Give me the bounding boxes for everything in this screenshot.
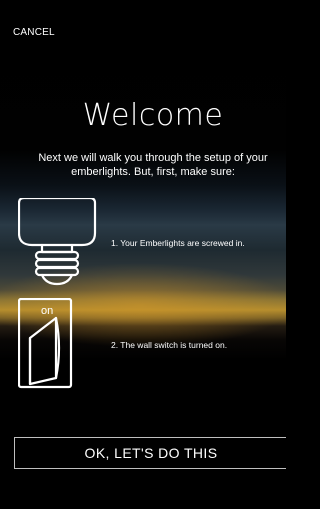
switch-on-label: on	[41, 305, 54, 317]
intro-text: Next we will walk you through the setup …	[38, 152, 268, 178]
checklist-text-bulb: 1. Your Emberlights are screwed in.	[111, 238, 245, 248]
confirm-button[interactable]: OK, LET'S DO THIS	[14, 437, 286, 469]
checklist-item-switch: on 2. The wall switch is turned on.	[0, 297, 286, 390]
checklist-text-switch: 2. The wall switch is turned on.	[111, 340, 228, 350]
light-bulb-icon	[17, 196, 100, 295]
wall-switch-icon: on	[17, 297, 90, 395]
setup-screen: CANCEL Welcome Next we will walk you thr…	[0, 0, 286, 509]
cancel-button[interactable]: CANCEL	[13, 27, 55, 38]
page-title: Welcome	[82, 98, 224, 133]
checklist-item-bulb: 1. Your Emberlights are screwed in.	[0, 196, 286, 290]
